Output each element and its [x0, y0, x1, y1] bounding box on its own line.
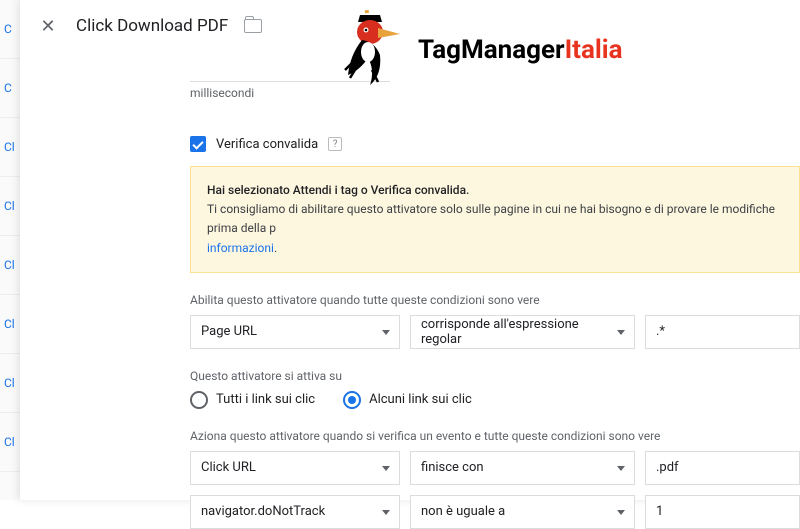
cond1-val-input[interactable]: [645, 451, 800, 485]
verify-validation-checkbox[interactable]: [190, 136, 206, 152]
radio-all-links[interactable]: Tutti i link sui clic: [190, 391, 315, 409]
folder-icon[interactable]: [244, 19, 262, 33]
close-icon[interactable]: ✕: [36, 16, 60, 37]
cond1-op-select[interactable]: finisce con: [410, 451, 635, 485]
warning-box: Hai selezionato Attendi i tag o Verifica…: [190, 166, 800, 273]
warning-text: Ti consigliamo di abilitare questo attiv…: [207, 202, 775, 235]
warning-bold: Hai selezionato Attendi i tag o Verifica…: [207, 183, 469, 197]
fires-on-label: Questo attivatore si attiva su: [190, 369, 800, 383]
radio-icon: [190, 391, 208, 409]
radio-some-links[interactable]: Alcuni link sui clic: [343, 391, 472, 409]
enable-conditions-label: Abilita questo attivatore quando tutte q…: [190, 293, 800, 307]
page-title: Click Download PDF: [76, 16, 228, 36]
help-icon[interactable]: ?: [328, 137, 342, 151]
verify-validation-label: Verifica convalida: [216, 137, 318, 152]
enable-op-select[interactable]: corrisponde all'espressione regolar: [410, 315, 635, 349]
brand-text: TagManagerItalia: [418, 35, 623, 65]
warning-link[interactable]: informazioni: [207, 241, 274, 255]
action-conditions-label: Aziona questo attivatore quando si verif…: [190, 429, 800, 443]
enable-var-select[interactable]: Page URL: [190, 315, 400, 349]
radio-icon: [343, 391, 361, 409]
woodpecker-icon: [340, 10, 410, 90]
enable-val-input[interactable]: [645, 315, 800, 349]
brand-logo: TagManagerItalia: [340, 10, 623, 90]
cond1-var-select[interactable]: Click URL: [190, 451, 400, 485]
